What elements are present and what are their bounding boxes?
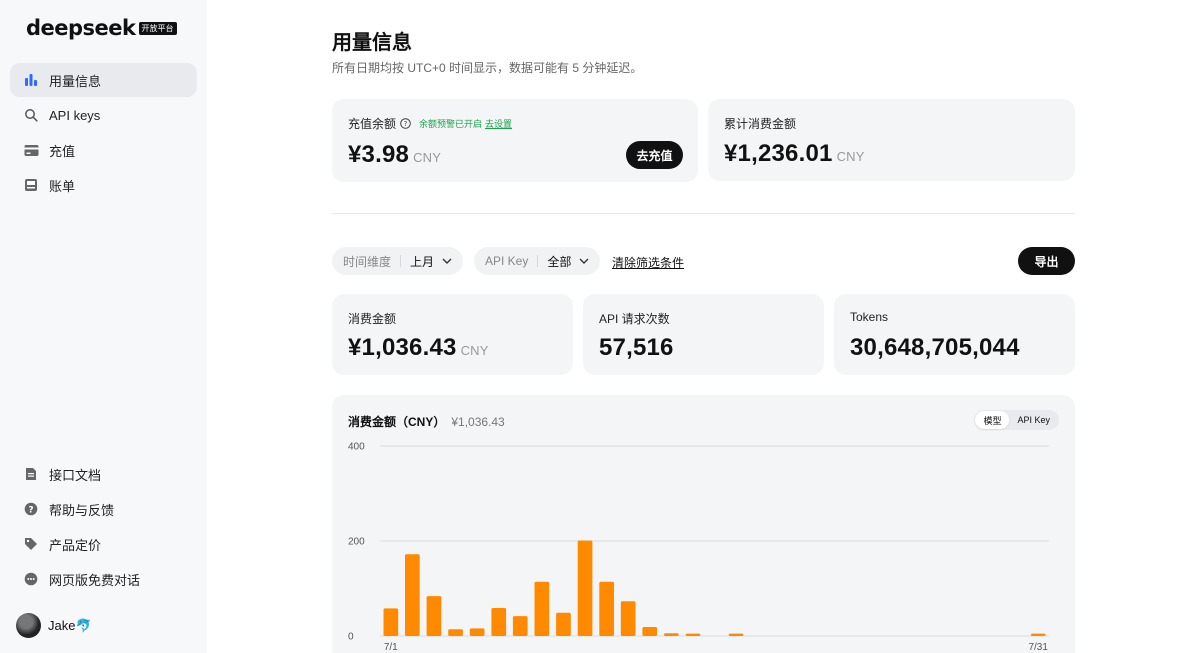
filter-key: 时间维度 (343, 254, 392, 269)
chart-bar[interactable] (599, 581, 614, 636)
brand-badge: 开放平台 (138, 21, 177, 35)
help-icon: ? (23, 501, 39, 517)
spend-stat-unit: CNY (460, 343, 489, 358)
x-tick-label: 7/31 (1028, 642, 1048, 653)
total-spend-value-row: ¥1,236.01 CNY (724, 140, 865, 168)
sidebar-item-label: 帮助与反馈 (49, 502, 115, 518)
tokens-stat-card: Tokens 30,648,705,044 (834, 294, 1075, 375)
sidebar-item-label: 网页版免费对话 (49, 572, 141, 588)
chevron-down-icon (579, 256, 589, 267)
avatar (16, 613, 41, 638)
spend-stat-label: 消费金额 (348, 312, 397, 326)
chart-bar[interactable] (577, 540, 593, 637)
sidebar-item-usage[interactable]: 用量信息 (10, 63, 197, 97)
chart-bar[interactable] (642, 627, 658, 636)
requests-stat-label: API 请求次数 (599, 312, 670, 326)
chart-bar[interactable] (383, 608, 399, 636)
total-spend-card: 累计消费金额 ¥1,236.01 CNY (708, 99, 1075, 181)
requests-stat-card: API 请求次数 57,516 (583, 294, 824, 375)
balance-card: 充值余额 ? 余额预警已开启 去设置 ¥3.98 CNY 去充值 (332, 99, 698, 182)
sidebar-item-label: API keys (49, 107, 101, 123)
inbox-icon (23, 177, 39, 193)
sidebar-item-billing[interactable]: 账单 (10, 168, 197, 202)
balance-header: 充值余额 ? 余额预警已开启 去设置 (348, 115, 512, 132)
spend-stat-value: ¥1,036.43 (348, 334, 457, 361)
sidebar-item-label: 接口文档 (49, 467, 102, 483)
card-icon (23, 142, 39, 158)
sidebar: deepseek 开放平台 用量信息 API keys 充值 账单 接口文档 ? (0, 0, 207, 653)
spend-bar-chart: 0 200 400 7/1 7/31 (348, 442, 1049, 653)
total-spend-value: ¥1,236.01 (724, 140, 833, 167)
chevron-down-icon (442, 256, 452, 267)
chart-bar[interactable] (1030, 633, 1046, 636)
divider (332, 213, 1075, 214)
tag-icon (23, 536, 39, 552)
chart-bar[interactable] (620, 601, 636, 636)
spend-chart-panel: 消费金额（CNY） ¥1,036.43 模型 API Key 0 200 400 7/1… (332, 395, 1075, 653)
total-spend-unit: CNY (836, 149, 865, 164)
chart-bar[interactable] (728, 633, 744, 636)
user-name: Jake🐬 (48, 617, 92, 633)
y-tick-label: 200 (348, 537, 365, 548)
brand-name: deepseek (26, 16, 136, 40)
chart-bar[interactable] (426, 596, 442, 636)
document-icon (23, 466, 39, 482)
brand-logo[interactable]: deepseek 开放平台 (26, 16, 177, 40)
requests-stat-value: 57,516 (599, 334, 674, 361)
filter-separator (400, 255, 402, 267)
x-tick-label: 7/1 (384, 642, 398, 653)
filter-separator (537, 255, 539, 267)
balance-alert-status: 余额预警已开启 (419, 119, 483, 129)
time-dimension-filter[interactable]: 时间维度 上月 (332, 247, 464, 275)
sidebar-item-docs[interactable]: 接口文档 (10, 457, 197, 491)
svg-text:?: ? (28, 506, 33, 516)
page-subtitle: 所有日期均按 UTC+0 时间显示，数据可能有 5 分钟延迟。 (332, 61, 643, 75)
filter-key: API Key (485, 254, 529, 268)
chat-icon (23, 571, 39, 587)
tokens-stat-value: 30,648,705,044 (850, 334, 1020, 361)
chart-bar[interactable] (448, 629, 463, 636)
balance-value: ¥3.98 (348, 141, 410, 168)
filter-value: 上月 (410, 254, 435, 269)
tokens-stat-label: Tokens (850, 310, 889, 324)
sidebar-item-topup[interactable]: 充值 (10, 133, 197, 167)
export-button[interactable]: 导出 (1018, 247, 1075, 275)
chart-bar[interactable] (556, 612, 571, 636)
spend-stat-value-row: ¥1,036.43 CNY (348, 334, 489, 362)
user-profile[interactable]: Jake🐬 (16, 613, 92, 638)
chart-bar[interactable] (685, 633, 701, 636)
y-tick-label: 0 (348, 632, 354, 643)
sidebar-item-label: 产品定价 (49, 537, 102, 553)
balance-alert-settings-link[interactable]: 去设置 (485, 117, 512, 130)
svg-text:?: ? (404, 120, 408, 128)
chart-bar[interactable] (534, 581, 550, 636)
sidebar-item-web-chat[interactable]: 网页版免费对话 (10, 562, 197, 596)
clear-filters-link[interactable]: 清除筛选条件 (612, 254, 684, 271)
y-tick-label: 400 (348, 442, 365, 453)
sidebar-item-label: 充值 (49, 143, 76, 159)
balance-value-row: ¥3.98 CNY (348, 141, 441, 169)
sidebar-item-label: 用量信息 (49, 73, 102, 89)
balance-label: 充值余额 (348, 117, 397, 131)
sidebar-item-help[interactable]: ? 帮助与反馈 (10, 492, 197, 526)
sidebar-item-label: 账单 (49, 178, 76, 194)
chart-bar[interactable] (405, 554, 420, 636)
spend-stat-card: 消费金额 ¥1,036.43 CNY (332, 294, 573, 375)
chart-bar[interactable] (469, 628, 485, 636)
chart-bar[interactable] (512, 616, 528, 636)
filter-value: 全部 (547, 254, 572, 269)
chart-bar[interactable] (664, 633, 679, 636)
sidebar-item-api-keys[interactable]: API keys (10, 98, 197, 132)
bar-chart-icon (23, 72, 39, 88)
page-title: 用量信息 (332, 32, 412, 54)
balance-unit: CNY (413, 150, 442, 165)
chart-bar[interactable] (491, 608, 507, 636)
search-icon (23, 107, 39, 123)
sidebar-item-pricing[interactable]: 产品定价 (10, 527, 197, 561)
topup-button[interactable]: 去充值 (626, 141, 683, 169)
total-spend-label: 累计消费金额 (724, 117, 797, 131)
help-icon[interactable]: ? (400, 118, 411, 129)
api-key-filter[interactable]: API Key 全部 (474, 247, 601, 275)
